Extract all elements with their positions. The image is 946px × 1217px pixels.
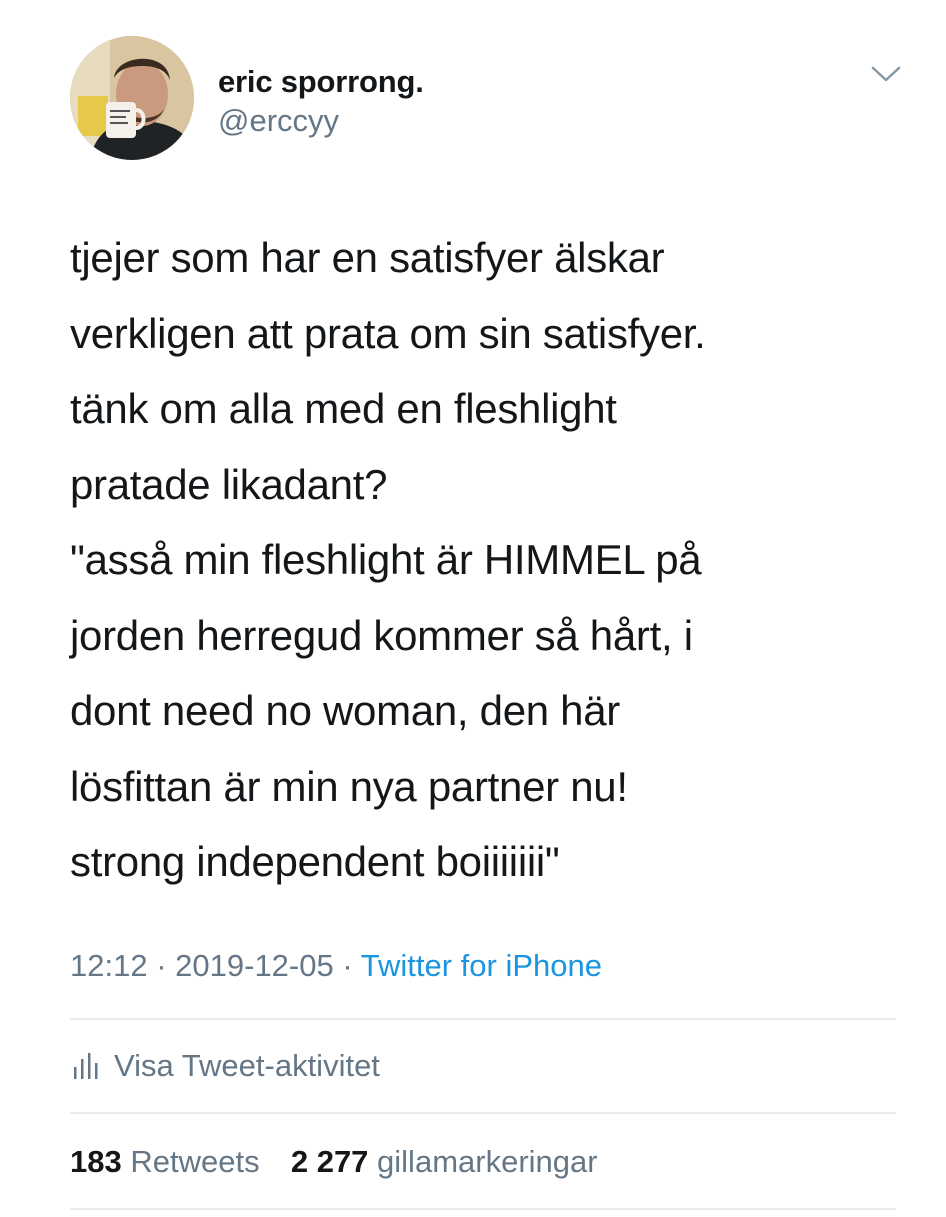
retweets-label: Retweets bbox=[130, 1144, 260, 1179]
activity-label: Visa Tweet-aktivitet bbox=[114, 1048, 380, 1083]
tweet-text-line: verkligen att prata om sin satisfyer. bbox=[70, 309, 706, 357]
likes-label: gillamarkeringar bbox=[377, 1144, 598, 1179]
tweet-text: tjejer som har en satisfyer älskar verkl… bbox=[70, 220, 890, 900]
bar-chart-icon bbox=[70, 1051, 100, 1081]
likes-stat[interactable]: 2 277 gillamarkeringar bbox=[282, 1144, 598, 1179]
tweet-text-line: tjejer som har en satisfyer älskar bbox=[70, 234, 665, 281]
retweets-count: 183 bbox=[70, 1144, 122, 1179]
divider bbox=[70, 1018, 896, 1020]
tweet-activity-link[interactable]: Visa Tweet-aktivitet bbox=[70, 1046, 380, 1086]
meta-separator: · bbox=[342, 948, 353, 983]
tweet-text-line: dont need no woman, den här bbox=[70, 687, 620, 734]
meta-separator: · bbox=[156, 948, 167, 983]
avatar[interactable] bbox=[70, 36, 194, 160]
display-name[interactable]: eric sporrong. bbox=[218, 64, 424, 100]
tweet-text-line: "asså min fleshlight är HIMMEL på bbox=[70, 536, 702, 583]
tweet-date[interactable]: 2019-12-05 bbox=[175, 948, 334, 983]
author-names: eric sporrong. @erccyy bbox=[218, 64, 424, 140]
tweet-meta: 12:12 · 2019-12-05 · Twitter for iPhone bbox=[70, 946, 602, 986]
tweet-text-line: pratade likadant? bbox=[70, 460, 388, 508]
tweet-card: eric sporrong. @erccyy tjejer som har en… bbox=[0, 0, 946, 1217]
tweet-text-line: tänk om alla med en fleshlight bbox=[70, 385, 617, 432]
tweet-source-link[interactable]: Twitter for iPhone bbox=[361, 948, 602, 983]
avatar-photo bbox=[70, 36, 194, 160]
tweet-stats: 183 Retweets 2 277 gillamarkeringar bbox=[70, 1142, 598, 1182]
chevron-down-icon[interactable] bbox=[870, 64, 902, 84]
tweet-text-line: strong independent boiiiiiii" bbox=[70, 838, 560, 885]
tweet-header: eric sporrong. @erccyy bbox=[70, 36, 910, 162]
divider bbox=[70, 1208, 896, 1210]
user-handle[interactable]: @erccyy bbox=[218, 102, 424, 140]
tweet-text-line: jorden herregud kommer så hårt, i bbox=[70, 611, 693, 659]
tweet-text-line: lösfittan är min nya partner nu! bbox=[70, 762, 628, 810]
retweets-stat[interactable]: 183 Retweets bbox=[70, 1144, 268, 1179]
divider bbox=[70, 1112, 896, 1114]
likes-count: 2 277 bbox=[290, 1144, 369, 1179]
tweet-time[interactable]: 12:12 bbox=[70, 948, 148, 983]
